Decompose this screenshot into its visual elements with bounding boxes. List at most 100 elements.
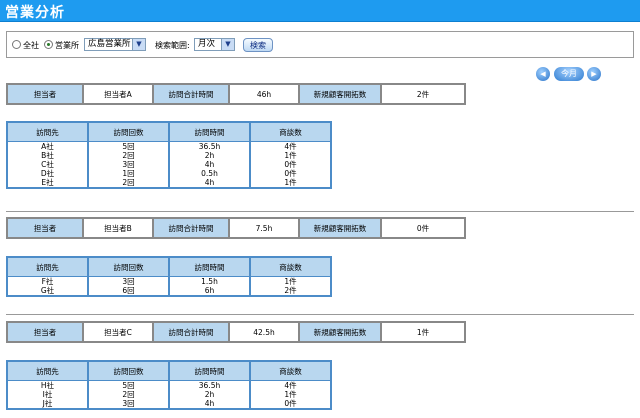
- cell-deals: 1件: [250, 390, 331, 399]
- cell-client: D社: [7, 169, 88, 178]
- cell-client: B社: [7, 151, 88, 160]
- total-time-value: 46h: [229, 84, 299, 104]
- new-clients-header: 新規顧客開拓数: [299, 322, 381, 342]
- radio-office-label: 営業所: [55, 41, 79, 50]
- cell-deals: 1件: [250, 151, 331, 160]
- table-row: C社 3回 4h 0件: [7, 160, 331, 169]
- cell-visits: 2回: [88, 390, 169, 399]
- cell-visit-time: 2h: [169, 390, 250, 399]
- range-select[interactable]: 月次 ▼: [194, 38, 235, 51]
- table-row: H社 5回 36.5h 4件: [7, 381, 331, 390]
- cell-deals: 4件: [250, 381, 331, 390]
- cell-visits: 5回: [88, 142, 169, 151]
- cell-visits: 3回: [88, 160, 169, 169]
- page-title: 営業分析: [5, 5, 65, 21]
- cell-visits: 6回: [88, 286, 169, 296]
- cell-visit-time: 4h: [169, 178, 250, 188]
- table-row: F社 3回 1.5h 1件: [7, 277, 331, 286]
- new-clients-value: 1件: [381, 322, 465, 342]
- cell-client: E社: [7, 178, 88, 188]
- filter-panel: 全社 営業所 広島営業所 ▼ 検索範囲: 月次 ▼ 検索: [6, 31, 634, 58]
- next-month-icon[interactable]: ▶: [587, 67, 601, 81]
- summary-table-b: 担当者 担当者B 訪問合計時間 7.5h 新規顧客開拓数 0件: [6, 217, 466, 239]
- col-header-visit-time: 訪問時間: [169, 122, 250, 142]
- cell-visits: 3回: [88, 277, 169, 286]
- total-time-value: 42.5h: [229, 322, 299, 342]
- person-value: 担当者A: [83, 84, 153, 104]
- new-clients-value: 2件: [381, 84, 465, 104]
- chevron-down-icon: ▼: [132, 39, 145, 50]
- total-time-header: 訪問合計時間: [153, 84, 229, 104]
- cell-visits: 1回: [88, 169, 169, 178]
- cell-deals: 1件: [250, 178, 331, 188]
- cell-deals: 0件: [250, 169, 331, 178]
- chevron-down-icon: ▼: [221, 39, 234, 50]
- cell-visit-time: 36.5h: [169, 381, 250, 390]
- cell-client: G社: [7, 286, 88, 296]
- cell-client: I社: [7, 390, 88, 399]
- col-header-client: 訪問先: [7, 257, 88, 277]
- divider: [6, 211, 634, 212]
- cell-visits: 5回: [88, 381, 169, 390]
- cell-visit-time: 0.5h: [169, 169, 250, 178]
- range-select-value: 月次: [198, 39, 216, 49]
- table-row: A社 5回 36.5h 4件: [7, 142, 331, 151]
- col-header-deals: 商談数: [250, 122, 331, 142]
- cell-deals: 0件: [250, 160, 331, 169]
- current-month-button[interactable]: 今月: [554, 67, 584, 81]
- office-select-value: 広島営業所: [88, 39, 131, 49]
- cell-client: C社: [7, 160, 88, 169]
- cell-visit-time: 4h: [169, 160, 250, 169]
- cell-visits: 2回: [88, 151, 169, 160]
- total-time-header: 訪問合計時間: [153, 322, 229, 342]
- cell-deals: 4件: [250, 142, 331, 151]
- summary-table-c: 担当者 担当者C 訪問合計時間 42.5h 新規顧客開拓数 1件: [6, 321, 466, 343]
- radio-all[interactable]: [12, 40, 21, 49]
- col-header-visits: 訪問回数: [88, 257, 169, 277]
- cell-deals: 1件: [250, 277, 331, 286]
- col-header-deals: 商談数: [250, 257, 331, 277]
- new-clients-header: 新規顧客開拓数: [299, 84, 381, 104]
- cell-deals: 2件: [250, 286, 331, 296]
- detail-table-c: 訪問先 訪問回数 訪問時間 商談数 H社 5回 36.5h 4件 I社 2回 2…: [6, 360, 332, 410]
- person-value: 担当者B: [83, 218, 153, 238]
- cell-visit-time: 1.5h: [169, 277, 250, 286]
- cell-visit-time: 4h: [169, 399, 250, 409]
- col-header-visits: 訪問回数: [88, 361, 169, 381]
- new-clients-header: 新規顧客開拓数: [299, 218, 381, 238]
- cell-client: H社: [7, 381, 88, 390]
- table-row: E社 2回 4h 1件: [7, 178, 331, 188]
- cell-visit-time: 36.5h: [169, 142, 250, 151]
- col-header-visits: 訪問回数: [88, 122, 169, 142]
- search-button[interactable]: 検索: [243, 38, 273, 52]
- table-row: B社 2回 2h 1件: [7, 151, 331, 160]
- table-row: I社 2回 2h 1件: [7, 390, 331, 399]
- table-row: J社 3回 4h 0件: [7, 399, 331, 409]
- person-header: 担当者: [7, 322, 83, 342]
- person-value: 担当者C: [83, 322, 153, 342]
- cell-visits: 3回: [88, 399, 169, 409]
- office-select[interactable]: 広島営業所 ▼: [84, 38, 146, 51]
- cell-visit-time: 6h: [169, 286, 250, 296]
- total-time-header: 訪問合計時間: [153, 218, 229, 238]
- radio-all-label: 全社: [23, 41, 39, 50]
- cell-client: F社: [7, 277, 88, 286]
- cell-client: J社: [7, 399, 88, 409]
- col-header-deals: 商談数: [250, 361, 331, 381]
- person-header: 担当者: [7, 84, 83, 104]
- summary-table-a: 担当者 担当者A 訪問合計時間 46h 新規顧客開拓数 2件: [6, 83, 466, 105]
- col-header-client: 訪問先: [7, 361, 88, 381]
- radio-office[interactable]: [44, 40, 53, 49]
- range-label: 検索範囲:: [155, 41, 190, 50]
- title-bar: 営業分析: [0, 0, 640, 22]
- table-row: D社 1回 0.5h 0件: [7, 169, 331, 178]
- divider: [6, 314, 634, 315]
- col-header-visit-time: 訪問時間: [169, 361, 250, 381]
- col-header-client: 訪問先: [7, 122, 88, 142]
- cell-client: A社: [7, 142, 88, 151]
- prev-month-icon[interactable]: ◀: [536, 67, 550, 81]
- cell-visit-time: 2h: [169, 151, 250, 160]
- detail-table-b: 訪問先 訪問回数 訪問時間 商談数 F社 3回 1.5h 1件 G社 6回 6h…: [6, 256, 332, 297]
- new-clients-value: 0件: [381, 218, 465, 238]
- cell-visits: 2回: [88, 178, 169, 188]
